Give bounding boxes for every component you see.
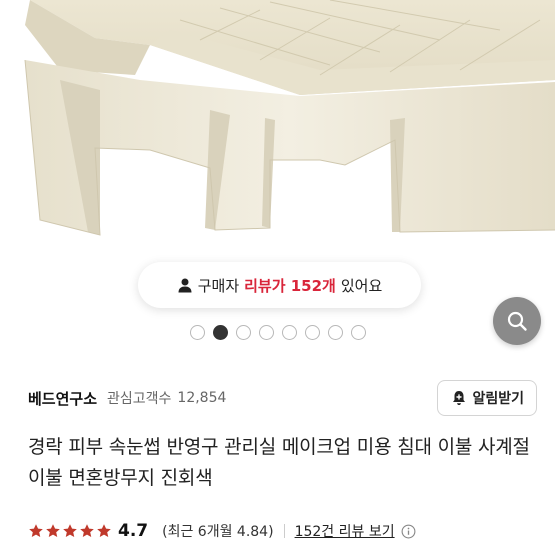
recent-rating-summary: (최근 6개월 4.84) [162,524,274,540]
alarm-subscribe-button[interactable]: 알림받기 [437,380,537,416]
star-icon [29,524,43,537]
star-icon [63,524,77,537]
carousel-dot[interactable] [351,325,366,340]
product-image[interactable] [0,0,555,365]
person-icon [177,277,193,293]
search-icon [507,311,527,331]
review-count-link[interactable]: 152건 리뷰 보기 [295,521,395,541]
review-banner[interactable]: 구매자 리뷰가 152개 있어요 [138,262,421,308]
alarm-button-label: 알림받기 [472,391,524,407]
rating-row: 4.7 (최근 6개월 4.84) 152건 리뷰 보기 [28,518,416,544]
carousel-dot[interactable] [282,325,297,340]
follower-label: 관심고객수 [107,391,172,407]
star-icon [46,524,60,537]
star-icon [97,524,111,537]
image-search-button[interactable] [493,297,541,345]
review-banner-highlight: 리뷰가 152개 [244,276,336,295]
seller-row: 베드연구소 관심고객수 12,854 알림받기 [28,380,537,416]
carousel-dot[interactable] [259,325,274,340]
follower-count: 12,854 [177,390,227,406]
carousel-dot[interactable] [328,325,343,340]
carousel-dot-active[interactable] [213,325,228,340]
info-icon[interactable] [401,524,416,539]
carousel-dot[interactable] [190,325,205,340]
divider [283,524,285,538]
seller-name[interactable]: 베드연구소 [28,388,97,409]
review-banner-prefix: 구매자 [197,276,240,295]
carousel-dot[interactable] [305,325,320,340]
star-rating [28,523,112,539]
review-banner-suffix: 있어요 [340,276,383,295]
bell-plus-icon [453,391,466,405]
star-icon [80,524,94,537]
product-title: 경락 피부 속눈썹 반영구 관리실 메이크업 미용 침대 이불 사계절이불 면혼… [28,436,530,489]
rating-value: 4.7 [118,521,149,541]
carousel-pagination [190,325,366,340]
carousel-dot[interactable] [236,325,251,340]
bed-skirt-illustration [24,0,555,236]
